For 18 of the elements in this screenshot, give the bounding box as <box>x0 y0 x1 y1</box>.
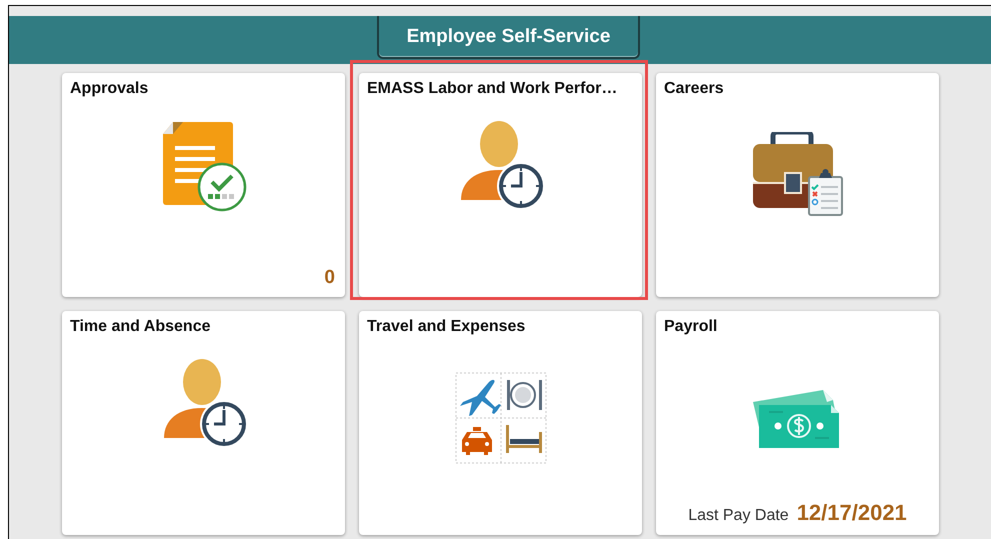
app-tile[interactable]: Payroll Last Pay Date 12/17/2021 <box>656 311 939 535</box>
tile-title: Careers <box>663 79 725 98</box>
app-tile[interactable]: Time and Absence <box>62 311 345 535</box>
briefcase-clipboard-icon <box>750 132 844 216</box>
app-tile[interactable]: EMASS Labor and Work Perfor… <box>359 73 642 297</box>
tile-title: Travel and Expenses <box>366 317 526 336</box>
last-pay-date: 12/17/2021 <box>796 500 907 526</box>
last-pay-date-label: Last Pay Date <box>688 507 789 525</box>
app-tile[interactable]: Careers <box>656 73 939 297</box>
approval-count: 0 <box>324 267 335 289</box>
tile-title: Payroll <box>663 317 718 336</box>
tile-title: Approvals <box>69 79 150 98</box>
app-tile[interactable]: Approvals 0 <box>62 73 345 297</box>
document-check-icon <box>160 120 246 212</box>
page-title: Employee Self-Service <box>377 16 640 59</box>
tile-title: Time and Absence <box>69 317 212 336</box>
tile-title: EMASS Labor and Work Perfor… <box>366 79 618 98</box>
app-tile[interactable]: Travel and Expenses <box>359 311 642 535</box>
